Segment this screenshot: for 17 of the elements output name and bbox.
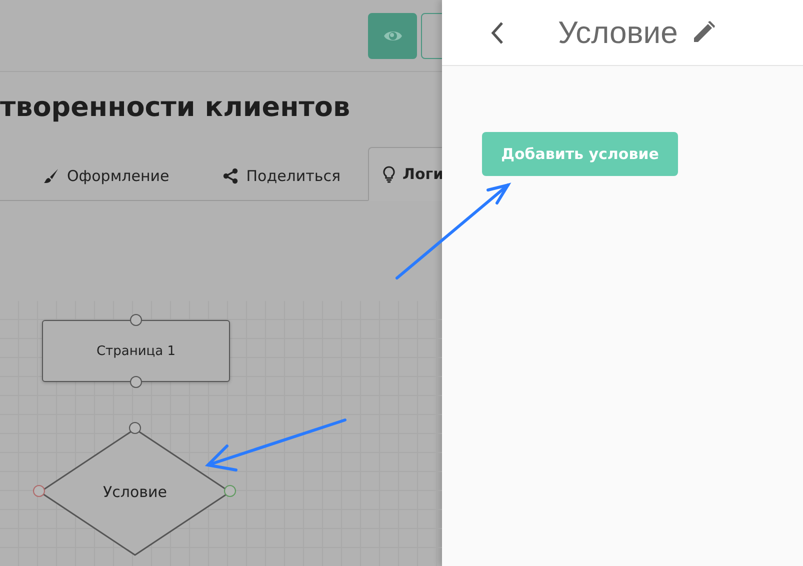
- panel-title: Условие: [558, 14, 678, 50]
- back-icon: [490, 20, 504, 44]
- share-icon: [223, 168, 238, 184]
- connection-port[interactable]: [130, 314, 142, 326]
- lightbulb-icon: [382, 166, 394, 182]
- eye-icon: [382, 28, 402, 42]
- survey-title: творенности клиентов: [0, 91, 352, 125]
- tab[interactable]: Логи: [368, 147, 442, 201]
- false-port[interactable]: [33, 485, 45, 497]
- true-port[interactable]: [224, 485, 236, 497]
- back-button[interactable]: [490, 20, 504, 44]
- connection-port[interactable]: [130, 376, 142, 388]
- tab[interactable]: Поделиться: [196, 151, 368, 201]
- connection-port[interactable]: [129, 422, 141, 434]
- page-node[interactable]: Страница 1: [42, 320, 230, 382]
- tab[interactable]: Оформление: [16, 151, 196, 201]
- brush-icon: [43, 168, 59, 184]
